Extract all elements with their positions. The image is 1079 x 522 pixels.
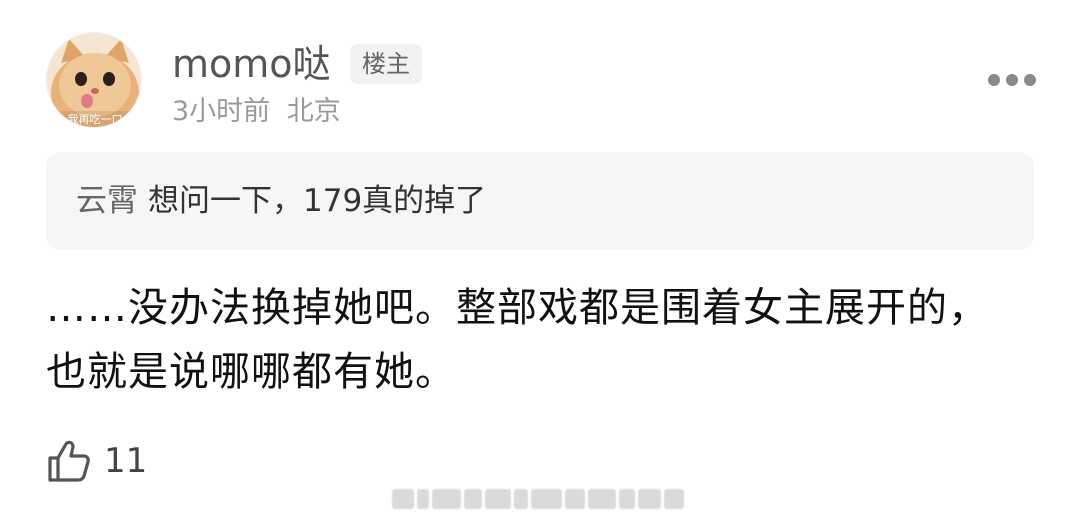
like-count: 11 [104, 441, 148, 481]
post-meta: 3小时前 北京 [172, 94, 341, 130]
comment-card: 我再吃一口 momo哒 楼主 3小时前 北京 云霄 想问一下，179真的掉了 ……… [0, 0, 1079, 522]
quoted-text: 想问一下，179真的掉了 [148, 183, 487, 219]
user-avatar[interactable]: 我再吃一口 [46, 32, 142, 128]
post-time: 3小时前 [172, 96, 271, 127]
more-options-button[interactable] [984, 62, 1040, 98]
more-dots-icon [988, 74, 1036, 86]
quoted-author[interactable]: 云霄 [76, 183, 138, 219]
comment-body: ……没办法换掉她吧。整部戏都是围着女主展开的，也就是说哪哪都有她。 [46, 285, 989, 395]
cat-avatar-image: 我再吃一口 [47, 33, 141, 127]
username[interactable]: momo哒 [172, 40, 331, 88]
op-badge: 楼主 [350, 44, 422, 84]
quoted-reply[interactable]: 云霄 想问一下，179真的掉了 [46, 152, 1034, 250]
like-button[interactable]: 11 [46, 436, 147, 486]
post-location: 北京 [286, 96, 341, 127]
avatar-caption: 我再吃一口 [68, 113, 123, 126]
blurred-watermark [392, 486, 684, 512]
thumbs-up-icon [48, 440, 90, 482]
